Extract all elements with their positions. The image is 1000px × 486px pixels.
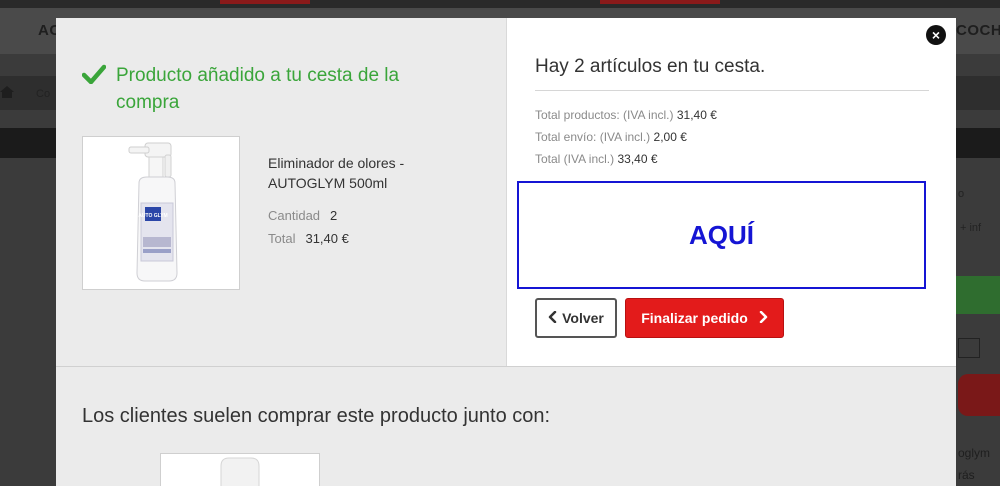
cart-summary-panel: Hay 2 artículos en tu cesta. Total produ… <box>506 18 956 366</box>
cart-modal: Producto añadido a tu cesta de la compra… <box>56 18 956 486</box>
success-message: Producto añadido a tu cesta de la compra <box>116 65 400 113</box>
shipping-total-row: Total envío: (IVA incl.) 2,00 € <box>535 130 687 144</box>
checkout-button[interactable]: Finalizar pedido <box>625 298 784 338</box>
quantity-label: Cantidad <box>268 208 321 223</box>
shipping-total-label: Total envío: (IVA incl.) <box>535 130 651 144</box>
grand-total-row: Total (IVA incl.) 33,40 € <box>535 152 658 166</box>
highlight-box: AQUÍ <box>517 181 926 289</box>
bg-topbar <box>0 0 1000 8</box>
quantity-row: Cantidad 2 <box>268 208 337 223</box>
products-total-value: 31,40 € <box>676 108 717 122</box>
products-total-row: Total productos: (IVA incl.) 31,40 € <box>535 108 717 122</box>
also-bought-title: Los clientes suelen comprar este product… <box>82 405 551 427</box>
bg-accent <box>220 0 310 4</box>
bg-right-text: o <box>958 188 965 200</box>
product-total-row: Total 31,40 € <box>268 231 349 246</box>
products-total-label: Total productos: (IVA incl.) <box>535 108 674 122</box>
bg-crumb-text: Co <box>36 88 51 100</box>
chevron-left-icon <box>548 310 558 326</box>
bg-right-text: oglym <box>958 446 991 460</box>
also-bought-product-image[interactable] <box>160 453 320 486</box>
highlight-text: AQUÍ <box>689 219 754 250</box>
bg-green-button <box>956 276 1000 314</box>
cart-count-text: Hay 2 artículos en tu cesta. <box>535 56 766 77</box>
chevron-right-icon <box>758 310 768 326</box>
product-name: Eliminador de olores - AUTOGLYM 500ml <box>268 155 405 191</box>
also-bought-section: Los clientes suelen comprar este product… <box>56 366 956 486</box>
bg-nav-right: COCH <box>956 22 1000 39</box>
divider <box>535 90 929 91</box>
close-icon[interactable]: × <box>926 25 946 45</box>
product-total-label: Total <box>268 231 296 246</box>
home-icon <box>0 86 14 101</box>
back-button[interactable]: Volver <box>535 298 617 338</box>
bg-right-text: + inf <box>960 222 982 234</box>
bg-qty-box <box>958 338 980 358</box>
grand-total-label: Total (IVA incl.) <box>535 152 615 166</box>
bg-right-text: rás <box>958 468 975 482</box>
bg-red-button <box>958 374 1000 416</box>
product-image: AUTO GLYM <box>82 136 240 290</box>
success-header: Producto añadido a tu cesta de la compra <box>81 62 462 116</box>
added-product-panel: Producto añadido a tu cesta de la compra… <box>56 18 506 366</box>
bg-accent <box>600 0 720 4</box>
product-total-value: 31,40 € <box>305 231 349 246</box>
checkout-button-label: Finalizar pedido <box>641 310 748 326</box>
back-button-label: Volver <box>562 310 604 326</box>
quantity-value: 2 <box>330 208 338 223</box>
shipping-total-value: 2,00 € <box>653 130 687 144</box>
grand-total-value: 33,40 € <box>617 152 658 166</box>
brand-logo-text: AUTO GLYM <box>138 213 167 219</box>
check-icon <box>81 64 107 89</box>
